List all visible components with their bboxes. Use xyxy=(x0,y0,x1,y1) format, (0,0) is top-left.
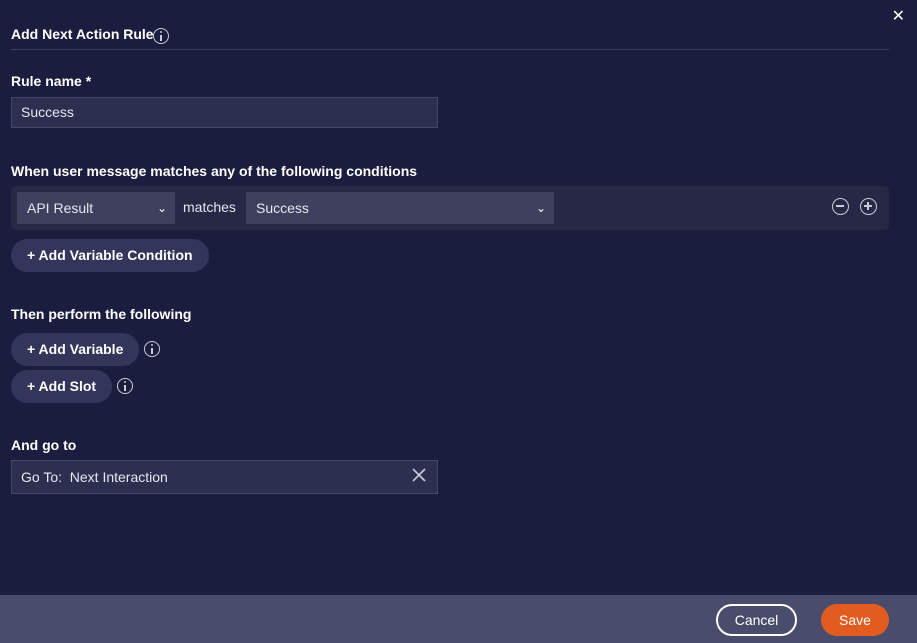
conditions-label: When user message matches any of the fol… xyxy=(11,163,418,179)
chevron-down-icon: ⌄ xyxy=(535,201,546,215)
dialog-footer: Cancel Save xyxy=(0,595,917,643)
add-variable-button[interactable]: + Add Variable xyxy=(11,333,140,366)
close-icon[interactable]: ✕ xyxy=(892,6,905,26)
dialog-title: Add Next Action Rule xyxy=(11,26,154,42)
remove-condition-icon[interactable] xyxy=(832,198,849,215)
actions-label: Then perform the following xyxy=(11,306,192,322)
operator-label: matches xyxy=(183,199,236,215)
chevron-down-icon: ⌄ xyxy=(156,201,167,215)
add-variable-condition-button[interactable]: + Add Variable Condition xyxy=(11,239,209,272)
info-icon[interactable] xyxy=(117,378,133,394)
info-icon[interactable] xyxy=(153,28,169,44)
rule-name-label: Rule name * xyxy=(11,73,92,89)
save-button[interactable]: Save xyxy=(821,604,889,636)
clear-icon[interactable] xyxy=(411,467,427,483)
add-slot-button[interactable]: + Add Slot xyxy=(11,370,113,403)
value-select[interactable]: Success ⌄ xyxy=(246,192,554,224)
variable-select[interactable]: API Result ⌄ xyxy=(17,192,175,224)
rule-name-input[interactable]: Success xyxy=(11,97,438,128)
info-icon[interactable] xyxy=(144,341,160,357)
goto-input[interactable]: Go To: Next Interaction xyxy=(11,460,438,494)
add-condition-icon[interactable] xyxy=(860,198,877,215)
divider xyxy=(11,49,889,50)
goto-label: And go to xyxy=(11,437,77,453)
condition-row: API Result ⌄ matches Success ⌄ xyxy=(11,186,889,230)
cancel-button[interactable]: Cancel xyxy=(716,604,797,636)
